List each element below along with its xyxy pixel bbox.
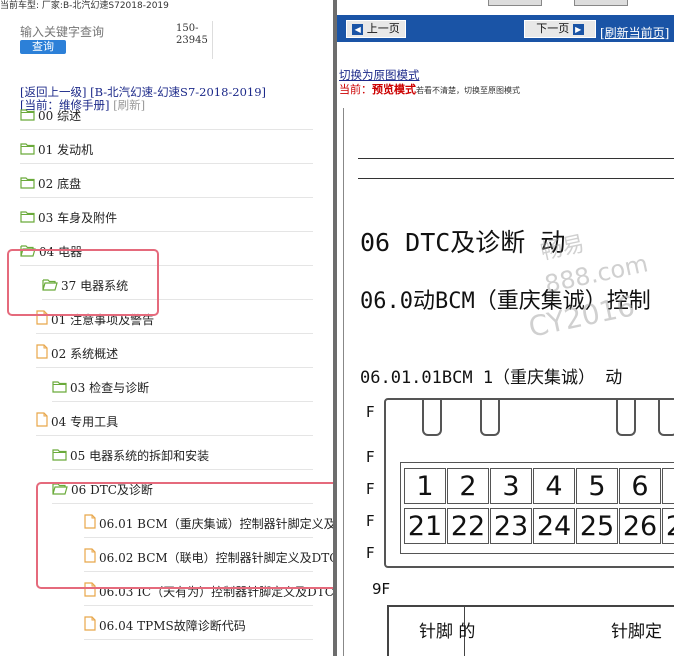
folder-icon [20, 175, 35, 195]
tree-item[interactable]: 04 专用工具 [36, 412, 118, 432]
tree-item-label: 01 发动机 [38, 143, 94, 157]
refresh-page-link[interactable]: [刷新当前页] [600, 24, 669, 41]
pin-number: 24 [533, 508, 575, 544]
tree-item[interactable]: 03 车身及附件 [20, 208, 117, 228]
document-icon [36, 344, 48, 365]
prev-page-button[interactable]: ◀ 上一页 [346, 20, 406, 38]
row-separator [52, 401, 313, 402]
model-label: 当前车型: [0, 1, 40, 11]
connector-notch [616, 400, 636, 436]
connector-diagram: 123456721222324252627 [384, 398, 674, 568]
row-separator [20, 163, 313, 164]
tree-item-label: 03 车身及附件 [38, 211, 118, 225]
prev-label: 上一页 [366, 22, 400, 35]
pin-number: 5 [576, 468, 618, 504]
doc-heading-1: 06 DTC及诊断 动 [360, 228, 566, 257]
connector-notch [480, 400, 500, 436]
tree-item[interactable]: 05 电器系统的拆卸和安装 [52, 446, 209, 466]
row-separator [36, 435, 313, 436]
tree-item[interactable]: 03 检查与诊断 [52, 378, 149, 398]
connector-side-label: F [366, 403, 375, 421]
pin-number: 21 [404, 508, 446, 544]
pin-number: 23 [490, 508, 532, 544]
folder-icon [20, 141, 35, 161]
viewer-toolbar: ◀ 上一页 下一页 ▶ [刷新当前页] [337, 15, 674, 42]
row-separator [20, 231, 313, 232]
tree-item[interactable]: 02 系统概述 [36, 344, 118, 364]
mode-status: 当前：预览模式若看不清楚，切换至原图模式 [339, 81, 520, 97]
query-button[interactable]: 查询 [20, 40, 66, 54]
tree-item[interactable]: 02 底盘 [20, 174, 81, 194]
folder-icon [20, 107, 35, 127]
pin-number: 4 [533, 468, 575, 504]
mode-current: 预览模式 [372, 83, 416, 96]
highlight-box-dtc [36, 482, 333, 589]
divider [212, 21, 213, 59]
tree-item-label: 03 检查与诊断 [70, 381, 150, 395]
arrow-right-icon: ▶ [572, 23, 584, 35]
connector-side-label: F [366, 512, 375, 530]
mode-hint: 若看不清楚，切换至原图模式 [416, 86, 520, 95]
row-separator [20, 129, 313, 130]
pin-number: 1 [404, 468, 446, 504]
viewer-panel: ◀ 上一页 下一页 ▶ [刷新当前页] 切换为原图模式 当前：预览模式若看不清楚… [337, 13, 674, 656]
pin-number: 26 [619, 508, 661, 544]
table-header: 针脚定 [611, 622, 662, 642]
tree-item-label: 06.04 TPMS故障诊断代码 [99, 619, 246, 633]
table-header: 针脚 的 [419, 622, 476, 642]
factory-label: 厂家:B-北汽幻速S72018-2019 [41, 1, 169, 11]
phone-line-2: 23945 [176, 35, 208, 46]
connector-side-label: F [366, 448, 375, 466]
left-panel: 查询 150- 23945 [返回上一级] [B-北汽幻速-幻速S7-2018-… [0, 13, 333, 656]
top-button-1[interactable] [488, 0, 542, 6]
connector-notch [422, 400, 442, 436]
search-input[interactable] [20, 25, 170, 39]
tree-item-label: 04 专用工具 [51, 415, 119, 429]
tree-item-label: 00 综述 [38, 109, 82, 123]
tree-item-label: 02 底盘 [38, 177, 82, 191]
tree-item[interactable]: 01 发动机 [20, 140, 93, 160]
row-separator [52, 469, 313, 470]
connector-side-label: F [366, 480, 375, 498]
phone-line-1: 150- [176, 23, 199, 34]
next-label: 下一页 [536, 22, 570, 35]
doc-rule [358, 158, 674, 159]
tree-item[interactable]: 00 综述 [20, 106, 81, 126]
row-separator [36, 367, 313, 368]
top-button-2[interactable] [574, 0, 628, 6]
folder-icon [52, 447, 67, 467]
tree-item[interactable]: 06.04 TPMS故障诊断代码 [84, 616, 246, 636]
tree-item-label: 02 系统概述 [51, 347, 119, 361]
connector-notch [658, 400, 674, 436]
connector-side-label: F [366, 544, 375, 562]
pin-number: 6 [619, 468, 661, 504]
phone-number: 150- 23945 [176, 23, 208, 47]
document-icon [36, 412, 48, 433]
arrow-left-icon: ◀ [352, 23, 364, 35]
tree-item-label: 05 电器系统的拆卸和安装 [70, 449, 210, 463]
row-separator [84, 639, 313, 640]
document-preview: 06 DTC及诊断 动 06.0动BCM（重庆集诚）控制 06.01.01BCM… [343, 108, 674, 656]
pin-number: 25 [576, 508, 618, 544]
row-separator [36, 333, 313, 334]
connector-label: 9F [372, 580, 391, 598]
pin-definition-table: 针脚 的 针脚定 [387, 605, 674, 656]
highlight-box-electrical [7, 249, 159, 316]
folder-icon [52, 379, 67, 399]
document-icon [84, 616, 96, 637]
mode-prefix: 当前： [339, 83, 372, 96]
pin-number: 7 [662, 468, 674, 504]
doc-rule [358, 178, 674, 179]
top-info-bar: 当前车型: 厂家:B-北汽幻速S72018-2019 [0, 0, 674, 13]
pin-number: 22 [447, 508, 489, 544]
folder-icon [20, 209, 35, 229]
row-separator [20, 197, 313, 198]
pin-number: 27 [662, 508, 674, 544]
pin-number: 3 [490, 468, 532, 504]
next-page-button[interactable]: 下一页 ▶ [524, 20, 596, 38]
pin-number: 2 [447, 468, 489, 504]
row-separator [84, 605, 313, 606]
doc-heading-3: 06.01.01BCM 1（重庆集诚） 动 [360, 368, 623, 388]
refresh-link[interactable]: [刷新] [113, 98, 145, 112]
